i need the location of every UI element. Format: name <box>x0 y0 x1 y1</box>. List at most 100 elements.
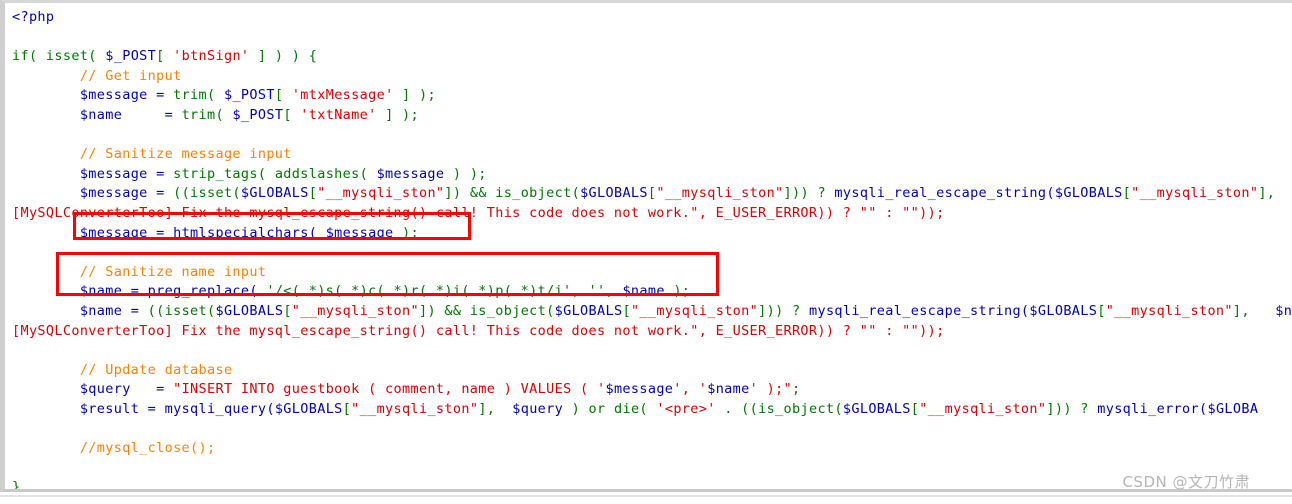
code-token: mysqli_real_escape_string( <box>834 185 1055 202</box>
code-token: [ <box>274 87 292 104</box>
code-token: [ <box>1097 302 1106 319</box>
code-token: trim( <box>181 106 233 123</box>
code-token: $result <box>79 400 140 417</box>
code-token: [ <box>283 302 292 319</box>
code-token: [ <box>156 48 174 65</box>
code-token: strip_tags( addslashes( <box>173 165 377 182</box>
code-token: "__mysqli_ston" <box>1105 302 1233 319</box>
code-token: ((isset( <box>147 302 216 319</box>
code-line: } <box>12 478 1292 492</box>
code-token: preg_replace( <box>147 283 267 300</box>
code-token: ] ); <box>393 87 436 104</box>
code-line: $name = trim( $_POST[ 'txtName' ] ); <box>12 106 1292 126</box>
code-token: ); <box>664 283 691 300</box>
code-token: ) ); <box>444 165 487 182</box>
code-viewport: <?php if( isset( $_POST[ 'btnSign' ] ) )… <box>10 6 1292 492</box>
code-token: <?php <box>12 9 55 25</box>
code-token: [ <box>283 106 301 123</box>
code-token: $name <box>79 106 123 123</box>
screenshot-root: <?php if( isset( $_POST[ 'btnSign' ] ) )… <box>0 0 1292 504</box>
code-token: // Update database <box>12 361 233 378</box>
code-line: [MySQLConverterToo] Fix the mysql_escape… <box>12 204 1292 224</box>
code-line: $query = "INSERT INTO guestbook ( commen… <box>12 380 1292 400</box>
code-token: ], <box>478 400 513 417</box>
code-token: ; <box>792 381 801 398</box>
code-token: "INSERT INTO guestbook ( comment, name )… <box>173 381 606 398</box>
code-token: = <box>139 400 165 417</box>
code-token: [ <box>622 302 631 319</box>
php-source-code: <?php if( isset( $_POST[ 'btnSign' ] ) )… <box>10 6 1292 492</box>
code-token: $GLOBALS <box>1029 302 1098 319</box>
code-line: $message = strip_tags( addslashes( $mess… <box>12 165 1292 185</box>
code-token: ], <box>1258 185 1284 202</box>
code-token: htmlspecialchars( <box>173 224 326 241</box>
code-token: $_POST <box>105 48 157 65</box>
code-token: ] ) ) { <box>249 48 318 65</box>
code-token: [MySQLConverterToo] Fix the mysql_escape… <box>12 322 945 339</box>
code-token: ', ' <box>673 381 708 398</box>
code-token: ], <box>1232 302 1259 319</box>
code-token: "__mysqli_ston" <box>317 185 445 202</box>
code-token: "__mysqli_ston" <box>919 400 1047 417</box>
code-token: $message <box>79 185 148 202</box>
code-token: $_POST <box>232 106 284 123</box>
code-line: // Get input <box>12 67 1292 87</box>
code-token: ((isset( <box>173 185 241 202</box>
code-token: ]) && is_object( <box>418 302 555 319</box>
code-token: [ <box>342 400 352 417</box>
code-token: // Get input <box>12 67 182 84</box>
code-token: [MySQLConverterToo] Fix the mysql_escape… <box>12 204 945 221</box>
code-token: ])) ? <box>783 185 835 202</box>
code-token: } <box>12 479 21 492</box>
code-token: $GLOBALS <box>842 400 911 417</box>
code-token: mysqli_real_escape_string( <box>808 302 1030 319</box>
code-token: $message <box>79 224 148 241</box>
code-token: die( <box>613 400 657 417</box>
code-line: $name = preg_replace( '/<(.*)s(.*)c(.*)r… <box>12 282 1292 302</box>
code-token: ])) ? <box>1046 400 1098 417</box>
code-token: $GLOBALS <box>1054 185 1123 202</box>
code-line: if( isset( $_POST[ 'btnSign' ] ) ) { <box>12 47 1292 67</box>
code-token: "__mysqli_ston" <box>630 302 759 319</box>
code-token: // Sanitize message input <box>12 146 292 163</box>
code-token: $message <box>79 165 148 182</box>
code-token: 'mtxMessage' <box>291 87 394 104</box>
code-token: "__mysqli_ston" <box>351 400 479 417</box>
code-token: , <box>571 283 589 300</box>
code-token: '' <box>588 283 606 300</box>
code-token: ); <box>393 224 419 241</box>
code-token: $name <box>707 381 750 398</box>
code-token: $message <box>325 224 394 241</box>
code-line: $message = htmlspecialchars( $message ); <box>12 224 1292 244</box>
code-token: // Sanitize name input <box>12 263 267 280</box>
code-token: "__mysqli_ston" <box>656 185 784 202</box>
code-line: // Sanitize name input <box>12 263 1292 283</box>
code-token: $name <box>79 302 123 319</box>
code-token: = <box>122 106 182 123</box>
code-token: $name <box>79 283 123 300</box>
code-token: $message <box>376 165 445 182</box>
code-token: ])) ? <box>758 302 809 319</box>
code-token: $message <box>79 87 148 104</box>
code-token: ) or <box>563 400 614 417</box>
code-token: "__mysqli_ston" <box>1131 185 1259 202</box>
code-token: [ <box>910 400 920 417</box>
image-bottom-edge <box>0 495 1292 504</box>
code-token: $GLOBALS <box>274 400 343 417</box>
code-token: $_POST <box>223 87 275 104</box>
code-token: if( isset( <box>12 48 106 65</box>
code-line: $name = ((isset($GLOBALS["__mysqli_ston"… <box>12 302 1292 322</box>
